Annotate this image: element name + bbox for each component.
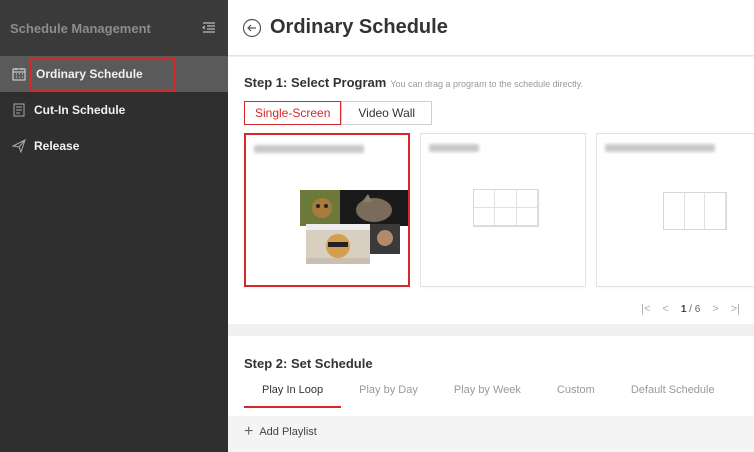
program-card[interactable] bbox=[244, 133, 410, 287]
sidebar-item-cut-in-schedule[interactable]: Cut-In Schedule bbox=[0, 92, 228, 128]
page-header: Ordinary Schedule bbox=[228, 0, 754, 56]
tab-play-by-day[interactable]: Play by Day bbox=[341, 384, 436, 408]
program-card[interactable] bbox=[420, 133, 586, 287]
sidebar-item-release[interactable]: Release bbox=[0, 128, 228, 164]
first-page-icon[interactable]: |< bbox=[641, 303, 650, 315]
back-arrow-icon[interactable] bbox=[242, 18, 262, 38]
tab-play-by-week[interactable]: Play by Week bbox=[436, 384, 539, 408]
program-layout-thumbnail bbox=[663, 192, 727, 230]
page-indicator: 1 / 6 bbox=[680, 303, 701, 315]
pagination: |< < 1 / 6 > >| bbox=[641, 303, 740, 315]
program-name-blurred bbox=[254, 145, 364, 153]
thumbnail-image bbox=[300, 190, 342, 226]
prev-page-icon[interactable]: < bbox=[662, 303, 668, 315]
step1-heading: Step 1: Select Program You can drag a pro… bbox=[244, 75, 583, 90]
program-name-blurred bbox=[429, 144, 479, 152]
program-card[interactable] bbox=[596, 133, 754, 287]
main-content: Ordinary Schedule Step 1: Select Program… bbox=[228, 0, 754, 452]
program-name-blurred bbox=[605, 144, 715, 152]
document-icon bbox=[13, 103, 25, 117]
program-thumbnail bbox=[300, 190, 408, 266]
sidebar: Schedule Management Ordinary Schedule Cu… bbox=[0, 0, 228, 452]
program-mode-tabs: Single-Screen Video Wall bbox=[244, 101, 433, 125]
schedule-mode-tabs: Play In Loop Play by Day Play by Week Cu… bbox=[244, 384, 733, 408]
select-program-section: Step 1: Select Program You can drag a pro… bbox=[228, 57, 754, 324]
sidebar-item-ordinary-schedule[interactable]: Ordinary Schedule bbox=[0, 56, 228, 92]
calendar-icon bbox=[12, 68, 26, 81]
send-icon bbox=[12, 139, 26, 153]
sidebar-item-label: Release bbox=[34, 139, 80, 153]
next-page-icon[interactable]: > bbox=[712, 303, 718, 315]
set-schedule-section: Step 2: Set Schedule Play In Loop Play b… bbox=[228, 336, 754, 452]
plus-icon: + bbox=[244, 423, 254, 440]
step2-title: Step 2: Set Schedule bbox=[244, 356, 373, 371]
step1-hint: You can drag a program to the schedule d… bbox=[390, 79, 583, 89]
total-pages: 6 bbox=[694, 303, 701, 315]
thumbnail-image bbox=[370, 224, 400, 254]
page-title: Ordinary Schedule bbox=[270, 16, 448, 38]
tab-custom[interactable]: Custom bbox=[539, 384, 613, 408]
step1-title: Step 1: Select Program bbox=[244, 75, 387, 90]
current-page: 1 bbox=[680, 303, 687, 315]
thumbnail-image bbox=[340, 190, 408, 226]
tab-play-in-loop[interactable]: Play In Loop bbox=[244, 384, 342, 408]
program-list bbox=[244, 133, 754, 287]
sidebar-header: Schedule Management bbox=[0, 0, 228, 56]
program-layout-thumbnail bbox=[473, 189, 539, 227]
add-playlist-button[interactable]: + Add Playlist bbox=[244, 424, 317, 440]
thumbnail-image bbox=[306, 224, 370, 264]
tab-video-wall[interactable]: Video Wall bbox=[341, 101, 433, 125]
sidebar-item-label: Ordinary Schedule bbox=[30, 57, 175, 91]
last-page-icon[interactable]: >| bbox=[731, 303, 740, 315]
collapse-menu-icon[interactable] bbox=[202, 21, 216, 35]
tab-default-schedule[interactable]: Default Schedule bbox=[613, 384, 733, 408]
sidebar-title: Schedule Management bbox=[10, 20, 151, 36]
tab-single-screen[interactable]: Single-Screen bbox=[244, 101, 342, 125]
sidebar-item-label: Cut-In Schedule bbox=[34, 103, 126, 117]
add-playlist-label: Add Playlist bbox=[259, 426, 317, 438]
